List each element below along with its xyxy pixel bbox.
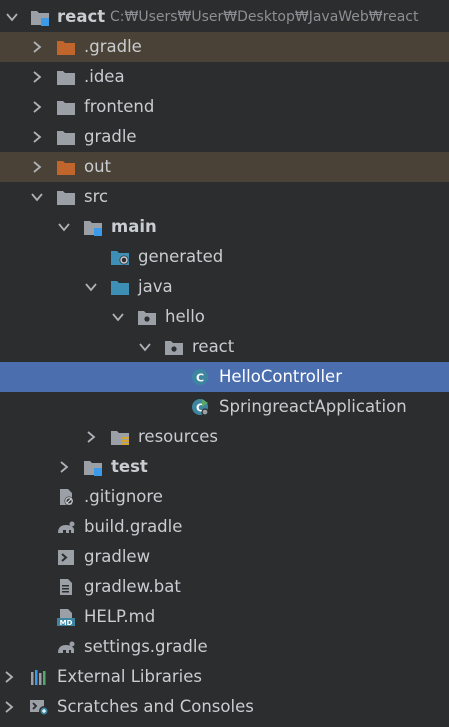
- folder-icon: [57, 131, 75, 145]
- tree-item-label: HelloController: [219, 367, 342, 386]
- tree-item-react-package[interactable]: react: [0, 332, 449, 362]
- tree-item-resources[interactable]: resources: [0, 422, 449, 452]
- tree-item-gradlew[interactable]: gradlew: [0, 542, 449, 572]
- tree-item-frontend[interactable]: frontend: [0, 92, 449, 122]
- tree-item-generated[interactable]: generated: [0, 242, 449, 272]
- tree-item-main[interactable]: main: [0, 212, 449, 242]
- project-name: react: [57, 7, 106, 26]
- generated-folder-icon: [110, 250, 130, 266]
- package-icon: [165, 341, 183, 355]
- chevron-right-icon[interactable]: [30, 100, 44, 114]
- tree-item-gradle[interactable]: gradle: [0, 122, 449, 152]
- shell-script-icon: [57, 549, 75, 566]
- folder-icon: [57, 101, 75, 115]
- tree-item-label: test: [111, 457, 148, 476]
- tree-item-hello[interactable]: hello: [0, 302, 449, 332]
- tree-item-test[interactable]: test: [0, 452, 449, 482]
- tree-item-label: resources: [138, 427, 218, 446]
- tree-item-label: build.gradle: [84, 517, 183, 536]
- scratches-icon: [29, 699, 49, 716]
- chevron-right-icon[interactable]: [57, 460, 71, 474]
- chevron-right-icon[interactable]: [2, 670, 16, 684]
- chevron-down-icon[interactable]: [84, 280, 98, 294]
- spring-boot-class-icon: [192, 399, 209, 416]
- tree-item-hello-controller[interactable]: HelloController: [0, 362, 449, 392]
- folder-icon: [57, 71, 75, 85]
- module-folder-icon: [84, 461, 102, 476]
- tree-item-build-gradle[interactable]: build.gradle: [0, 512, 449, 542]
- tree-item-label: gradlew: [84, 547, 151, 566]
- tree-item-label: Scratches and Consoles: [57, 697, 254, 716]
- tree-item-springreact-application[interactable]: SpringreactApplication: [0, 392, 449, 422]
- tree-item-label: gradle: [84, 127, 137, 146]
- source-folder-icon: [111, 281, 129, 295]
- excluded-folder-icon: [57, 41, 75, 55]
- tree-item-gitignore[interactable]: .gitignore: [0, 482, 449, 512]
- project-tree: react C:₩Users₩User₩Desktop₩JavaWeb₩reac…: [0, 0, 449, 727]
- chevron-down-icon[interactable]: [30, 190, 44, 204]
- tree-item-java[interactable]: java: [0, 272, 449, 302]
- tree-item-gradlew-bat[interactable]: gradlew.bat: [0, 572, 449, 602]
- chevron-right-icon[interactable]: [30, 40, 44, 54]
- excluded-folder-icon: [57, 161, 75, 175]
- tree-item-gradle-cache[interactable]: .gradle: [0, 32, 449, 62]
- gradle-file-icon: [58, 641, 75, 653]
- libraries-icon: [31, 670, 46, 685]
- tree-item-label: main: [111, 217, 157, 236]
- tree-item-label: generated: [138, 247, 224, 266]
- project-path: C:₩Users₩User₩Desktop₩JavaWeb₩react: [110, 9, 419, 25]
- module-folder-icon: [31, 11, 49, 26]
- package-icon: [138, 311, 156, 325]
- tree-item-label: hello: [165, 307, 205, 326]
- tree-item-scratches[interactable]: Scratches and Consoles: [0, 692, 449, 722]
- markdown-file-icon: [57, 609, 75, 626]
- module-folder-icon: [84, 221, 102, 236]
- tree-item-label: External Libraries: [57, 667, 202, 686]
- chevron-down-icon[interactable]: [138, 340, 152, 354]
- resources-folder-icon: [111, 431, 129, 445]
- chevron-down-icon[interactable]: [57, 220, 71, 234]
- tree-item-src[interactable]: src: [0, 182, 449, 212]
- tree-item-label: .idea: [84, 67, 125, 86]
- chevron-down-icon[interactable]: [111, 310, 125, 324]
- chevron-down-icon[interactable]: [5, 10, 19, 24]
- tree-item-label: java: [138, 277, 173, 296]
- tree-item-label: gradlew.bat: [84, 577, 181, 596]
- gitignore-file-icon: [59, 488, 75, 506]
- chevron-right-icon[interactable]: [30, 130, 44, 144]
- tree-item-label: HELP.md: [84, 607, 156, 626]
- tree-item-idea[interactable]: .idea: [0, 62, 449, 92]
- tree-item-label: out: [84, 157, 112, 176]
- folder-icon: [57, 191, 75, 205]
- tree-item-out[interactable]: out: [0, 152, 449, 182]
- chevron-right-icon[interactable]: [2, 700, 16, 714]
- tree-item-label: .gradle: [84, 37, 142, 56]
- tree-item-label: frontend: [84, 97, 155, 116]
- tree-item-help-md[interactable]: HELP.md: [0, 602, 449, 632]
- chevron-right-icon[interactable]: [30, 70, 44, 84]
- chevron-right-icon[interactable]: [84, 430, 98, 444]
- text-file-icon: [60, 579, 72, 595]
- tree-item-label: react: [192, 337, 235, 356]
- tree-item-label: SpringreactApplication: [219, 397, 407, 416]
- tree-item-settings-gradle[interactable]: settings.gradle: [0, 632, 449, 662]
- class-icon: [192, 369, 208, 385]
- tree-item-label: src: [84, 187, 109, 206]
- tree-item-project-root[interactable]: react C:₩Users₩User₩Desktop₩JavaWeb₩reac…: [0, 2, 449, 32]
- tree-item-label: .gitignore: [84, 487, 163, 506]
- tree-item-external-libraries[interactable]: External Libraries: [0, 662, 449, 692]
- gradle-file-icon: [58, 521, 75, 533]
- tree-item-label: settings.gradle: [84, 637, 208, 656]
- chevron-right-icon[interactable]: [30, 160, 44, 174]
